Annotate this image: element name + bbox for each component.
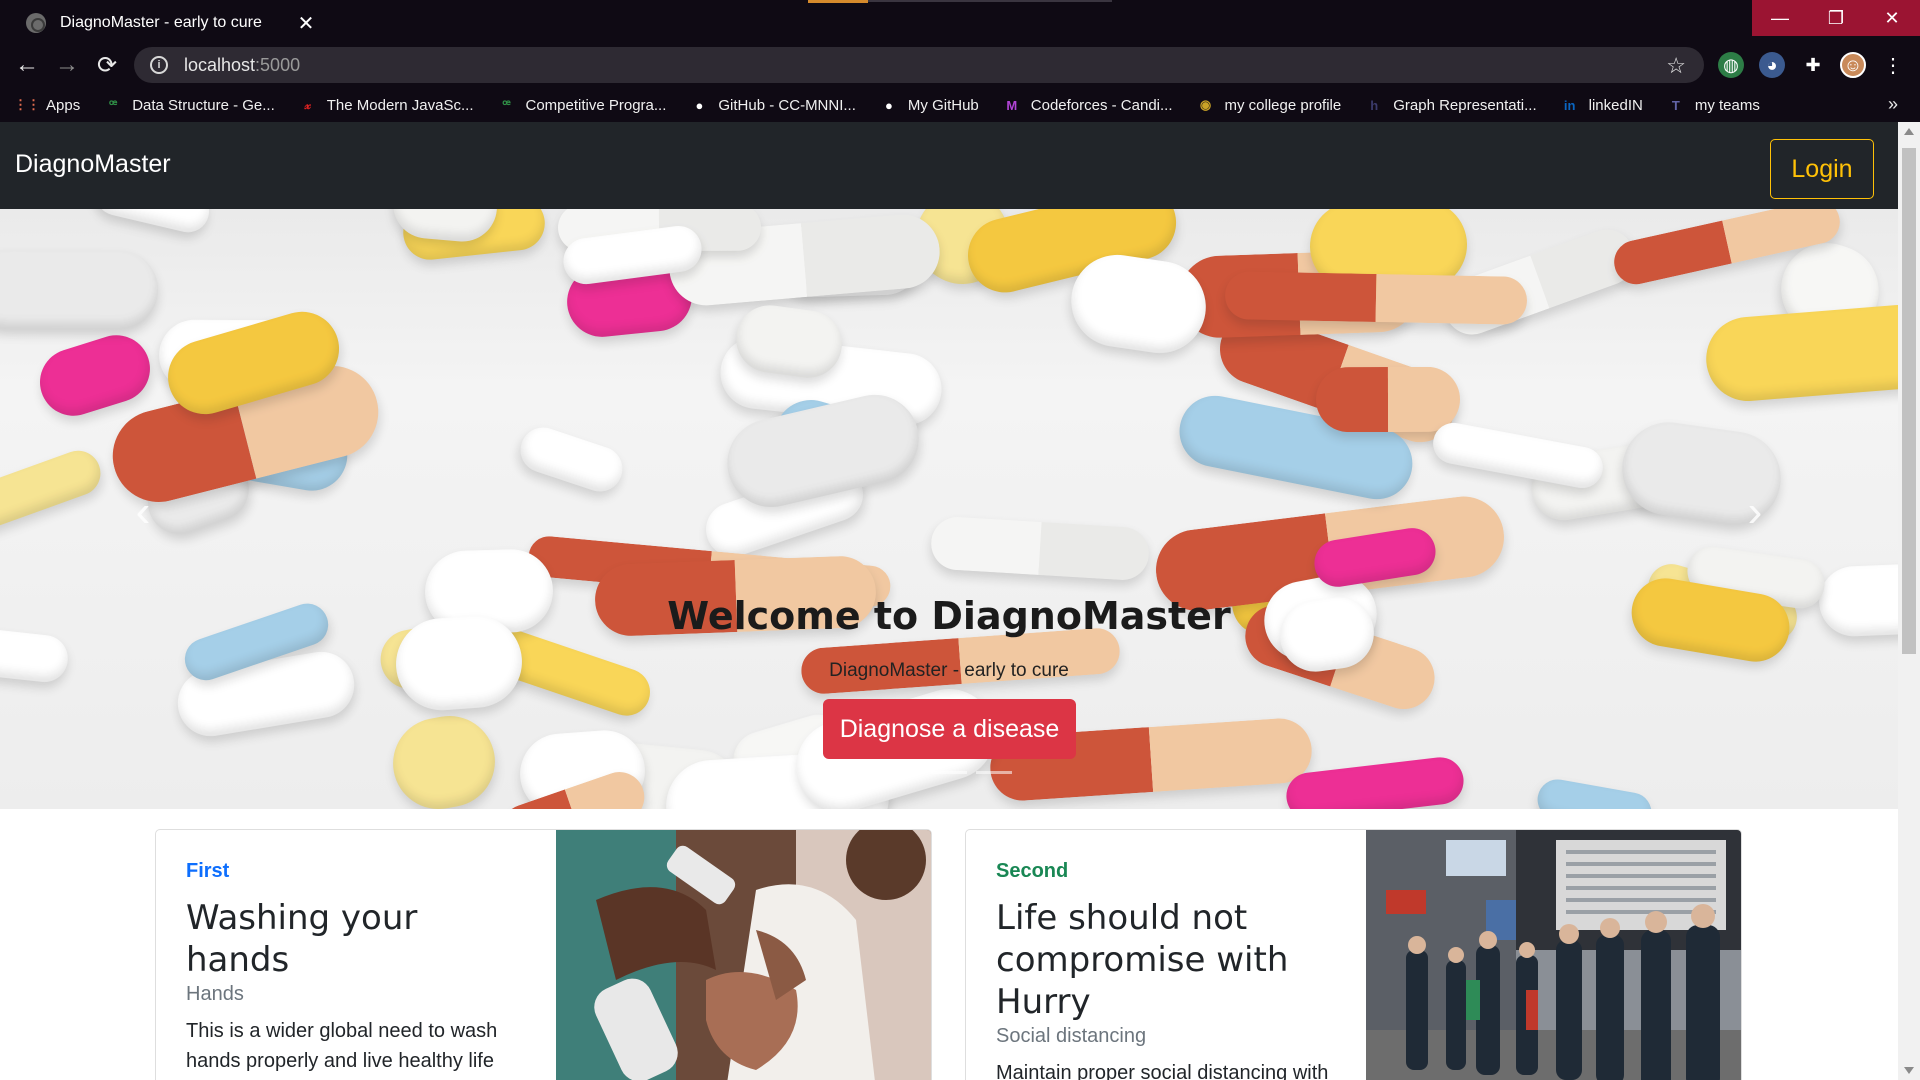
card-label: First xyxy=(186,860,230,882)
url-host: localhost xyxy=(184,54,256,75)
scrollbar-thumb[interactable] xyxy=(1902,148,1916,654)
restore-button[interactable]: ❐ xyxy=(1808,0,1864,36)
window-controls: — ❐ ✕ xyxy=(1752,0,1920,36)
apps-grid-icon: ⋮⋮ xyxy=(14,97,40,112)
scroll-up-icon[interactable] xyxy=(1904,128,1914,135)
close-window-button[interactable]: ✕ xyxy=(1864,0,1920,36)
diagnose-button[interactable]: Diagnose a disease xyxy=(823,699,1076,759)
bookmark-label: my college profile xyxy=(1224,96,1342,114)
extension-globe-icon[interactable]: ◍ xyxy=(1718,52,1744,78)
carousel-prev-button[interactable]: ‹ xyxy=(128,487,158,537)
bookmark-item[interactable]: ꟹ Data Structure - Ge... xyxy=(104,96,275,114)
carousel-indicators xyxy=(886,771,1021,774)
bookmark-item[interactable]: ꟹ Competitive Progra... xyxy=(498,96,667,114)
card-body: First Washing your hands Hands This is a… xyxy=(186,860,526,1080)
geeksforgeeks-icon: ꟹ xyxy=(109,97,118,112)
reload-button[interactable]: ⟳ xyxy=(92,50,122,80)
bookmark-item[interactable]: in linkedIN xyxy=(1561,96,1643,114)
browser-tab[interactable]: DiagnoMaster - early to cure ✕ xyxy=(8,4,318,42)
bookmark-label: Competitive Progra... xyxy=(525,96,667,114)
browser-toolbar: ← → ⟳ i localhost:5000 ☆ ◍ ◕ ✚ ☺ ⋮ xyxy=(0,42,1920,88)
hero-subtitle: DiagnoMaster - early to cure xyxy=(829,660,1069,681)
carousel-indicator[interactable] xyxy=(931,771,967,774)
site-info-icon[interactable]: i xyxy=(150,56,168,74)
bookmark-label: Apps xyxy=(46,96,81,114)
teams-icon: T xyxy=(1671,97,1680,113)
card-hands: First Washing your hands Hands This is a… xyxy=(155,829,932,1080)
tab-loading-indicator xyxy=(808,0,868,3)
linkedin-icon: in xyxy=(1563,97,1576,113)
hero-carousel: ‹ › Welcome to DiagnoMaster DiagnoMaster… xyxy=(0,209,1898,809)
login-button[interactable]: Login xyxy=(1770,139,1874,199)
bookmark-item[interactable]: h Graph Representati... xyxy=(1365,96,1536,114)
bookmark-item[interactable]: ● GitHub - CC-MNNI... xyxy=(690,96,856,114)
scroll-down-icon[interactable] xyxy=(1904,1067,1914,1074)
bookmarks-bar: ⋮⋮ Apps ꟹ Data Structure - Ge... 𝓍 The Modern… xyxy=(0,88,1920,122)
bookmark-item[interactable]: Tmy teams xyxy=(1667,96,1760,114)
codeforces-icon: M xyxy=(1006,97,1018,113)
github-icon: ● xyxy=(695,97,704,113)
hackerearth-icon: h xyxy=(1370,97,1379,113)
profile-avatar[interactable]: ☺ xyxy=(1840,52,1866,78)
bookmark-label: Codeforces - Candi... xyxy=(1030,96,1173,114)
bookmark-item[interactable]: 𝓍 The Modern JavaSc... xyxy=(299,96,474,114)
bookmark-item[interactable]: M Codeforces - Candi... xyxy=(1003,96,1173,114)
browser-menu-icon[interactable]: ⋮ xyxy=(1880,52,1906,78)
bookmark-label: linkedIN xyxy=(1588,96,1643,114)
carousel-next-button[interactable]: › xyxy=(1740,487,1770,537)
carousel-indicator[interactable] xyxy=(886,771,922,774)
carousel-indicator[interactable] xyxy=(976,771,1012,774)
site-navbar: DiagnoMaster Login xyxy=(0,122,1898,209)
hero-title: Welcome to DiagnoMaster xyxy=(667,594,1231,638)
card-title: Life should not compromise with Hurry xyxy=(996,898,1289,1022)
bookmark-item[interactable]: ● My GitHub xyxy=(880,96,979,114)
minimize-button[interactable]: — xyxy=(1752,0,1808,36)
card-text: Maintain proper social distancing with xyxy=(996,1062,1329,1080)
hero-caption: Welcome to DiagnoMaster DiagnoMaster - e… xyxy=(0,594,1898,682)
close-tab-icon[interactable]: ✕ xyxy=(294,11,318,36)
bookmark-star-icon[interactable]: ☆ xyxy=(1666,53,1686,79)
globe-icon xyxy=(26,13,46,33)
college-icon: ◉ xyxy=(1199,97,1212,112)
bookmark-item[interactable]: ◉ my college profile xyxy=(1197,96,1342,114)
tab-title: DiagnoMaster - early to cure xyxy=(60,14,262,31)
back-button[interactable]: ← xyxy=(12,50,42,80)
card-distancing: Second Life should not compromise with H… xyxy=(965,829,1742,1080)
bookmark-item[interactable]: ⋮⋮ Apps xyxy=(14,96,81,114)
browser-titlebar: DiagnoMaster - early to cure ✕ — ❐ ✕ xyxy=(0,0,1920,42)
card-label: Second xyxy=(996,860,1069,882)
tab-strip-divider xyxy=(868,0,1112,2)
bookmark-label: The Modern JavaSc... xyxy=(326,96,474,114)
url-text: localhost:5000 xyxy=(184,55,300,76)
page-scrollbar[interactable] xyxy=(1898,122,1920,1080)
card-title: Washing your hands xyxy=(186,898,418,980)
hand-washing-image xyxy=(556,830,931,1080)
card-body: Second Life should not compromise with H… xyxy=(996,860,1336,1080)
url-port: :5000 xyxy=(255,54,301,75)
extension-owl-icon[interactable]: ◕ xyxy=(1759,52,1785,78)
bookmarks-overflow-icon[interactable]: » xyxy=(1888,94,1898,115)
bookmark-label: GitHub - CC-MNNI... xyxy=(718,96,856,114)
address-bar[interactable]: i localhost:5000 ☆ xyxy=(134,47,1704,83)
page-viewport: DiagnoMaster Login ‹ › Welcome to Diagno… xyxy=(0,122,1898,1080)
javascript-info-icon: 𝓍 xyxy=(304,97,311,112)
card-text: This is a wider global need to wash hand… xyxy=(186,1020,498,1072)
card-subtitle: Social distancing xyxy=(996,1025,1147,1047)
geeksforgeeks-icon: ꟹ xyxy=(502,97,511,112)
street-crowd-image xyxy=(1366,830,1741,1080)
extensions-puzzle-icon[interactable]: ✚ xyxy=(1800,52,1826,78)
bookmark-label: My GitHub xyxy=(907,96,979,114)
github-icon: ● xyxy=(884,97,893,113)
bookmark-label: my teams xyxy=(1694,96,1760,114)
bookmark-label: Data Structure - Ge... xyxy=(132,96,275,114)
bookmark-label: Graph Representati... xyxy=(1393,96,1537,114)
site-brand[interactable]: DiagnoMaster xyxy=(15,150,171,179)
forward-button[interactable]: → xyxy=(52,50,82,80)
card-subtitle: Hands xyxy=(186,983,244,1005)
cards-section: First Washing your hands Hands This is a… xyxy=(0,829,1898,1080)
